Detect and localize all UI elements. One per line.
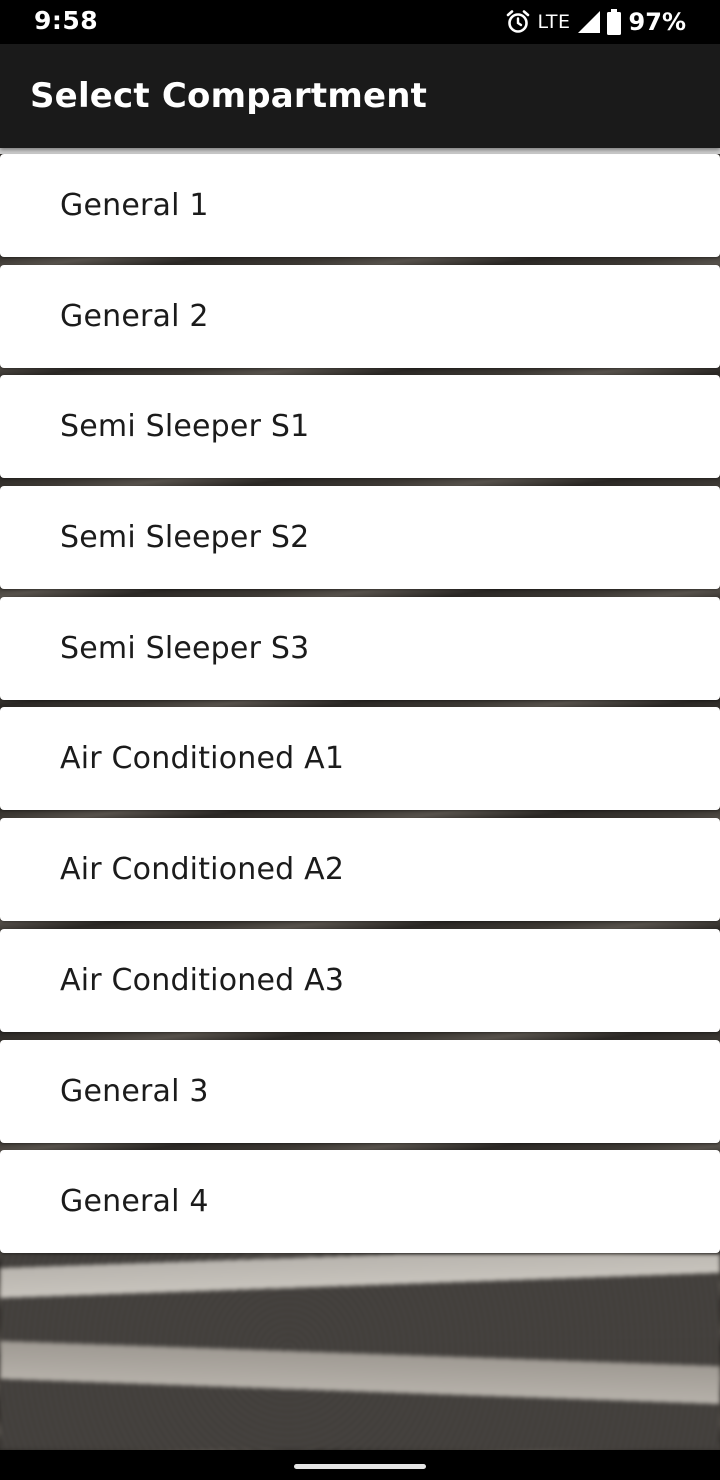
compartment-list: General 1 General 2 Semi Sleeper S1 Semi… <box>0 154 720 1261</box>
list-item-air-conditioned-a1[interactable]: Air Conditioned A1 <box>0 707 720 811</box>
list-item-semi-sleeper-s1[interactable]: Semi Sleeper S1 <box>0 375 720 479</box>
status-time: 9:58 <box>34 6 99 35</box>
signal-icon <box>577 10 601 34</box>
list-item-label: General 1 <box>60 188 209 223</box>
list-item-general-3[interactable]: General 3 <box>0 1039 720 1143</box>
list-item-semi-sleeper-s2[interactable]: Semi Sleeper S2 <box>0 486 720 590</box>
app-bar: Select Compartment <box>0 44 720 148</box>
list-item-label: Semi Sleeper S1 <box>60 409 310 445</box>
home-handle[interactable] <box>294 1464 426 1469</box>
navigation-bar <box>0 1450 720 1480</box>
list-item-general-4[interactable]: General 4 <box>0 1150 720 1254</box>
list-item-label: Air Conditioned A1 <box>60 741 345 777</box>
list-item-label: Air Conditioned A2 <box>60 852 345 888</box>
list-item-air-conditioned-a2[interactable]: Air Conditioned A2 <box>0 818 720 922</box>
list-item-label: General 2 <box>60 298 209 334</box>
status-bar: 9:58 LTE 97% <box>0 0 720 44</box>
list-item-semi-sleeper-s3[interactable]: Semi Sleeper S3 <box>0 596 720 700</box>
battery-icon <box>606 9 621 35</box>
network-type: LTE <box>537 11 571 33</box>
status-icons: LTE 97% <box>505 7 686 37</box>
list-item-general-2[interactable]: General 2 <box>0 264 720 368</box>
list-item-label: General 3 <box>60 1073 209 1109</box>
background-image <box>0 1254 720 1450</box>
list-item-label: Air Conditioned A3 <box>60 962 345 998</box>
list-item-label: Semi Sleeper S3 <box>60 630 310 666</box>
battery-percent: 97% <box>628 8 686 36</box>
list-item-label: Semi Sleeper S2 <box>60 520 310 556</box>
list-item-label: General 4 <box>60 1184 209 1220</box>
page-title: Select Compartment <box>30 76 428 116</box>
list-item-general-1[interactable]: General 1 <box>0 154 720 257</box>
compartment-list-container[interactable]: General 1 General 2 Semi Sleeper S1 Semi… <box>0 148 720 1450</box>
list-item-air-conditioned-a3[interactable]: Air Conditioned A3 <box>0 928 720 1032</box>
alarm-icon <box>505 9 531 35</box>
